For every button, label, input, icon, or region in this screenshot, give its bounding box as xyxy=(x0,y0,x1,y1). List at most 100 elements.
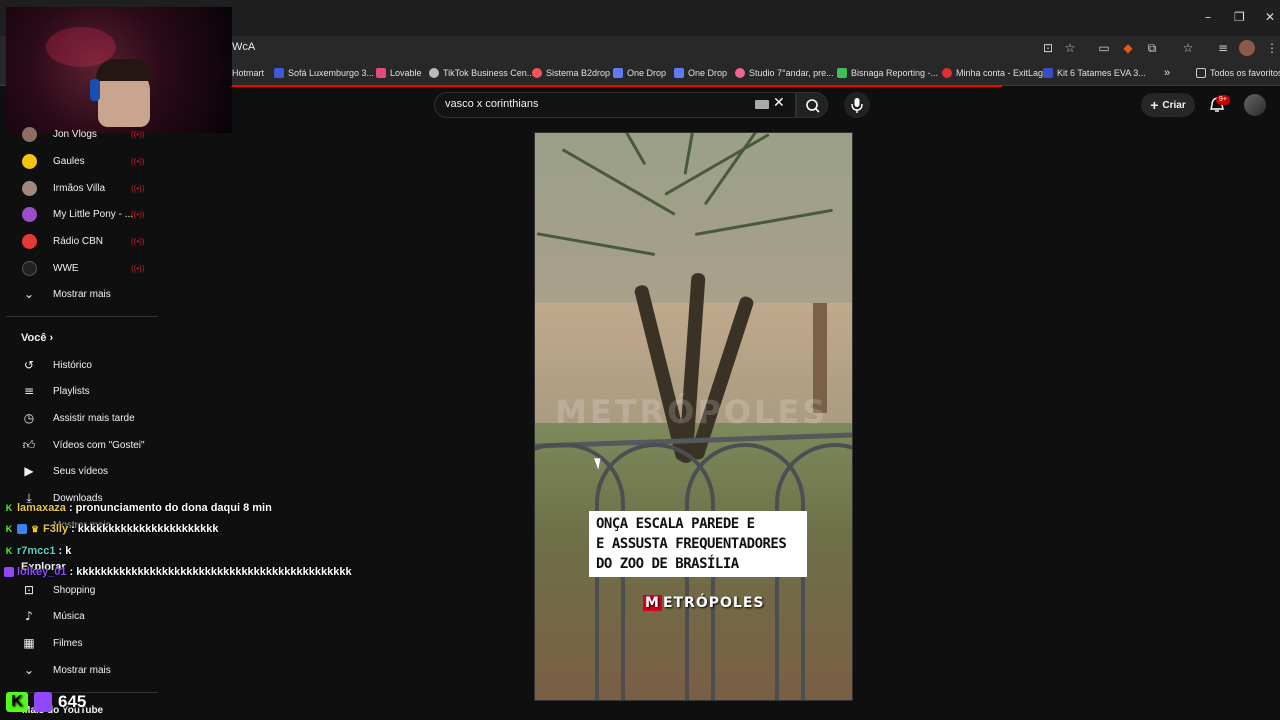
clock-icon: ◷ xyxy=(23,411,35,425)
channel-avatar xyxy=(21,260,37,276)
sidebar-channel-wwe[interactable]: WWE ((•)) xyxy=(20,258,144,278)
bookmark-item[interactable]: Studio 7°andar, pre... xyxy=(735,66,834,80)
kick-badge-icon: K xyxy=(5,524,13,534)
keyboard-icon[interactable] xyxy=(755,100,769,109)
channel-avatar xyxy=(21,180,37,196)
sidebar-item-liked-videos[interactable]: 👍︎ Vídeos com "Gostei" xyxy=(20,435,145,455)
film-icon: ▦ xyxy=(23,636,35,650)
kick-badge-icon: K xyxy=(5,546,13,556)
extension-icon[interactable]: ▭ xyxy=(1096,40,1112,56)
subscriber-badge-icon xyxy=(17,524,27,534)
bookmarks-overflow-button[interactable]: » xyxy=(1164,66,1170,80)
streamer-webcam xyxy=(6,7,232,133)
page-load-progress xyxy=(232,85,1002,87)
restore-icon[interactable]: ❐ xyxy=(1234,10,1245,24)
search-button[interactable] xyxy=(796,92,828,118)
voice-search-button[interactable] xyxy=(844,92,870,118)
sidebar-show-more-explore[interactable]: ⌄ Mostrar mais xyxy=(20,660,111,680)
bookmark-item[interactable]: Kit 6 Tatames EVA 3... xyxy=(1043,66,1146,80)
extension-red-icon[interactable]: ◆ xyxy=(1120,40,1136,56)
chat-message: lolkey_01: kkkkkkkkkkkkkkkkkkkkkkkkkkkkk… xyxy=(4,566,352,578)
bookmark-item[interactable]: Lovable xyxy=(376,66,422,80)
sidebar-channel-irmaos-villa[interactable]: Irmãos Villa ((•)) xyxy=(20,178,144,198)
live-icon: ((•)) xyxy=(131,129,145,139)
sidebar-item-shopping[interactable]: ⊡ Shopping xyxy=(20,580,95,600)
history-icon: ↺ xyxy=(23,358,35,372)
menu-kebab-icon[interactable]: ⋮ xyxy=(1264,40,1280,56)
chat-message: K ♛ F3lly: kkkkkkkkkkkkkkkkkkkkkkk xyxy=(5,523,219,535)
bookmark-item[interactable]: One Drop xyxy=(613,66,666,80)
bookmark-star-icon[interactable]: ☆ xyxy=(1062,40,1078,56)
sidebar-show-more-subscriptions[interactable]: ⌄ Mostrar mais xyxy=(20,284,111,304)
bookmark-item[interactable]: TikTok Business Cen... xyxy=(429,66,534,80)
bookmark-favicon-icon xyxy=(376,68,386,78)
you-section-title[interactable]: Você › xyxy=(21,332,53,344)
close-window-icon[interactable]: ✕ xyxy=(1265,10,1275,24)
minimize-icon[interactable]: – xyxy=(1205,10,1211,24)
viewer-count: K 645 xyxy=(6,692,86,712)
channel-avatar xyxy=(21,153,37,169)
channel-avatar xyxy=(21,206,37,222)
sidebar-item-history[interactable]: ↺ Histórico xyxy=(20,355,92,375)
headset-icon xyxy=(90,79,100,101)
shopping-bag-icon: ⊡ xyxy=(23,583,35,597)
install-app-icon[interactable]: ⊡ xyxy=(1040,40,1056,56)
microphone-icon xyxy=(851,98,863,113)
bookmark-favicon-icon xyxy=(613,68,623,78)
bookmark-item[interactable]: Bisnaga Reporting -... xyxy=(837,66,938,80)
folder-icon xyxy=(1196,68,1206,78)
chevron-right-icon: › xyxy=(49,332,54,344)
live-icon: ((•)) xyxy=(131,183,145,193)
bookmark-favicon-icon xyxy=(837,68,847,78)
bookmark-item[interactable]: Sistema B2drop xyxy=(532,66,610,80)
bookmark-favicon-icon xyxy=(1043,68,1053,78)
live-icon: ((•)) xyxy=(131,263,145,273)
bookmark-favicon-icon xyxy=(735,68,745,78)
twitch-badge-icon xyxy=(4,567,14,577)
url-text[interactable]: WcA xyxy=(232,41,255,53)
bookmark-item[interactable]: Hotmart xyxy=(232,66,264,80)
bookmark-favicon-icon xyxy=(429,68,439,78)
sidebar-channel-radio-cbn[interactable]: Rádio CBN ((•)) xyxy=(20,231,144,251)
bookmark-item[interactable]: One Drop xyxy=(674,66,727,80)
sidebar-channel-my-little-pony[interactable]: My Little Pony - ... ((•)) xyxy=(20,204,144,224)
sidebar-item-music[interactable]: ♪ Música xyxy=(20,606,85,626)
bookmark-favicon-icon xyxy=(274,68,284,78)
bookmark-item[interactable]: Minha conta - ExitLag xyxy=(942,66,1043,80)
create-button[interactable]: + Criar xyxy=(1141,93,1195,117)
channel-avatar xyxy=(21,126,37,142)
media-control-icon[interactable]: ≡ xyxy=(1215,40,1231,56)
profile-icon[interactable] xyxy=(1239,40,1255,56)
sidebar-item-watch-later[interactable]: ◷ Assistir mais tarde xyxy=(20,408,135,428)
kick-badge-icon: K xyxy=(5,503,13,513)
live-icon: ((•)) xyxy=(131,156,145,166)
all-favorites-folder[interactable]: Todos os favoritos xyxy=(1196,66,1280,80)
sidebar-item-films[interactable]: ▦ Filmes xyxy=(20,633,82,653)
search-query-text: vasco x corinthians xyxy=(445,98,539,110)
chat-message: Klamaxaza: pronunciamento do dona daqui … xyxy=(5,502,272,514)
live-icon: ((•)) xyxy=(131,236,145,246)
thumbs-up-icon: 👍︎ xyxy=(22,437,36,452)
plus-icon: + xyxy=(1150,97,1159,113)
kick-logo-icon: K xyxy=(6,692,28,712)
sidebar-divider xyxy=(6,316,158,317)
video-watermark: METRÓPOLES xyxy=(555,393,829,431)
sidebar-channel-jon-vlogs[interactable]: Jon Vlogs ((•)) xyxy=(20,124,144,144)
channel-avatar xyxy=(21,233,37,249)
chevron-down-icon: ⌄ xyxy=(23,663,35,677)
sidebar-channel-gaules[interactable]: Gaules ((•)) xyxy=(20,151,144,171)
chat-message: Kr7mcc1: k xyxy=(5,545,72,557)
bookmarks-manager-icon[interactable]: ☆ xyxy=(1180,40,1196,56)
live-icon: ((•)) xyxy=(131,209,145,219)
sidebar-item-playlists[interactable]: ≡ Playlists xyxy=(20,381,90,401)
video-player[interactable]: METRÓPOLES ONÇA ESCALA PAREDE E E ASSUST… xyxy=(534,132,853,701)
sidebar-item-your-videos[interactable]: ▶ Seus vídeos xyxy=(20,461,108,481)
crown-badge-icon: ♛ xyxy=(30,524,40,534)
account-avatar[interactable] xyxy=(1244,94,1266,116)
notification-count-badge: 9+ xyxy=(1216,95,1230,105)
puzzle-icon[interactable]: ⧉ xyxy=(1144,40,1160,56)
clear-search-icon[interactable]: ✕ xyxy=(773,95,785,111)
bookmark-item[interactable]: Sofá Luxemburgo 3... xyxy=(274,66,374,80)
bookmark-favicon-icon xyxy=(532,68,542,78)
twitch-logo-icon xyxy=(34,692,52,712)
